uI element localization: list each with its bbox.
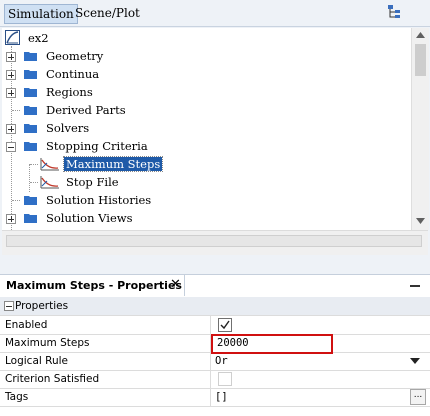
collapse-icon[interactable] [6,142,16,152]
minimize-icon[interactable] [410,285,420,287]
tree-item-geometry[interactable]: Geometry [2,47,411,65]
folder-icon [24,88,37,97]
scroll-down-icon[interactable] [416,218,425,224]
tree-item-label: Derived Parts [46,103,126,117]
tab-scene-plot[interactable]: Scene/Plot [72,4,143,22]
check-icon [220,320,230,330]
folder-icon [24,124,37,133]
tree-connector [30,164,38,165]
folder-icon [24,52,37,61]
tree-connector [12,200,20,201]
expand-icon[interactable] [6,88,16,98]
tab-simulation[interactable]: Simulation [4,4,78,24]
criterion-satisfied-checkbox [218,372,232,386]
folder-icon [24,196,37,205]
dropdown-arrow-icon[interactable] [410,358,420,364]
tree-item-regions[interactable]: Regions [2,83,411,101]
expand-icon[interactable] [6,52,16,62]
property-name: Criterion Satisfied [5,373,100,385]
tree-item-label: Geometry [46,49,104,63]
expand-icon[interactable] [6,124,16,134]
expand-icon[interactable] [6,70,16,80]
properties-header: Maximum Steps - Properties ✕ [0,274,430,298]
properties-sheet: Properties Enabled Maximum Steps 20000 L… [0,297,430,416]
close-icon[interactable]: ✕ [170,277,181,292]
scrollbar-track[interactable] [6,235,422,247]
collapse-icon[interactable] [4,301,14,311]
properties-tab[interactable]: Maximum Steps - Properties ✕ [0,275,185,296]
tree-item-label: Solution Views [46,211,133,225]
tags-edit-button[interactable]: ... [410,389,426,405]
properties-title: Maximum Steps - Properties [6,279,182,292]
tree-item-label: Regions [46,85,93,99]
tree-connector [12,110,20,111]
column-divider [210,370,211,388]
tree-item-label: Stopping Criteria [46,139,148,153]
stopping-criterion-icon [40,176,59,189]
folder-icon [24,70,37,79]
tree-item-label: Maximum Steps [62,156,164,172]
tree-view-icon[interactable] [386,3,404,21]
tree-item-label: Solvers [46,121,90,135]
simulation-root-icon [5,30,20,45]
tree-item-solution-views[interactable]: Solution Views [2,209,411,227]
tree-item-solution-histories[interactable]: Solution Histories [2,191,411,209]
tree-item-label: Solution Histories [46,193,152,207]
enabled-checkbox[interactable] [218,318,232,332]
folder-icon [24,214,37,223]
property-row-tags: Tags [] ... [0,388,430,407]
property-row-criterion-satisfied: Criterion Satisfied [0,370,430,389]
tree-item-maximum-steps[interactable]: Maximum Steps [2,155,411,173]
logical-rule-dropdown[interactable]: Or [215,355,228,367]
scroll-up-icon[interactable] [416,32,425,38]
simulation-tree: ex2 Geometry Continua Regions Derived Pa… [2,28,411,244]
expand-icon[interactable] [6,214,16,224]
property-name: Maximum Steps [5,337,90,349]
tree-item-label: Stop File [66,175,119,189]
tree-vertical-scrollbar[interactable] [411,28,429,230]
property-row-enabled: Enabled [0,316,430,335]
tree-horizontal-scrollbar[interactable] [2,230,428,255]
tree-item-solvers[interactable]: Solvers [2,119,411,137]
tree-root-label: ex2 [28,31,49,45]
property-row-maximum-steps: Maximum Steps 20000 [0,334,430,354]
tree-item-derived-parts[interactable]: Derived Parts [2,101,411,119]
property-row-logical-rule: Logical Rule Or [0,352,430,371]
scrollbar-thumb[interactable] [415,44,426,76]
tree-root-row[interactable]: ex2 [2,29,411,47]
folder-open-icon [24,142,37,151]
top-tab-bar: Simulation Scene/Plot [0,0,430,27]
property-name: Enabled [5,319,48,331]
property-name: Tags [5,391,29,403]
maximum-steps-input[interactable]: 20000 [211,334,333,354]
folder-icon [24,106,37,115]
tree-connector [30,182,38,183]
maximum-steps-value: 20000 [217,337,249,349]
tree-item-continua[interactable]: Continua [2,65,411,83]
property-name: Logical Rule [5,355,68,367]
properties-section-row[interactable]: Properties [0,297,430,316]
tree-item-stop-file[interactable]: Stop File [2,173,411,191]
column-divider [210,316,211,334]
section-label: Properties [15,300,69,312]
stopping-criterion-icon [40,158,59,171]
tree-item-stopping-criteria[interactable]: Stopping Criteria [2,137,411,155]
tree-item-label: Continua [46,67,100,81]
column-divider [210,352,211,370]
column-divider [210,388,211,406]
tags-value[interactable]: [] [215,391,228,403]
